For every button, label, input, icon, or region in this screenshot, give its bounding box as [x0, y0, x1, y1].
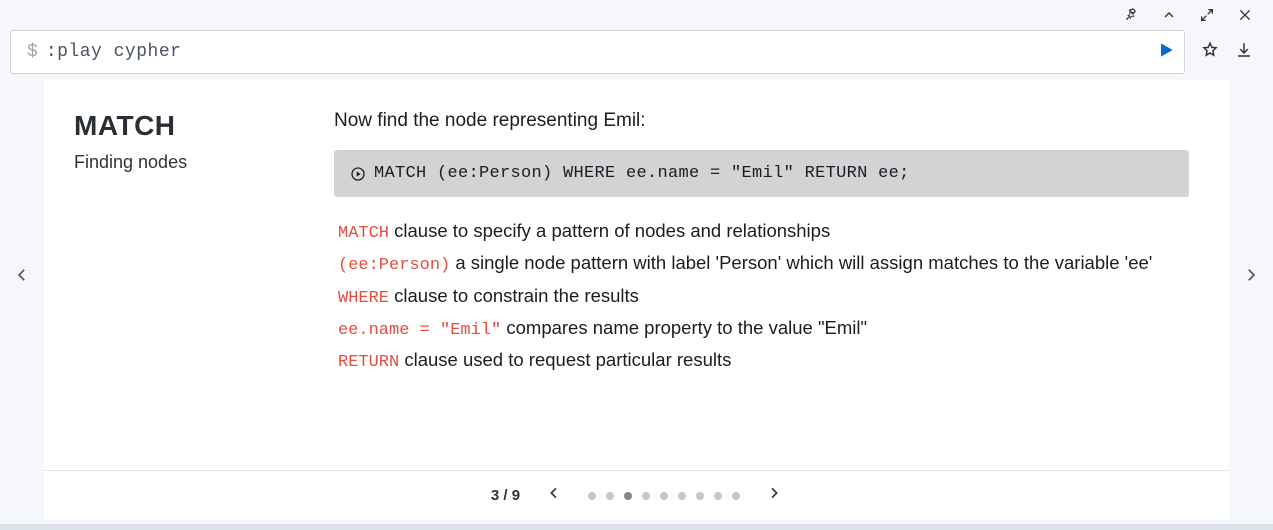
- pager-dot[interactable]: [714, 492, 722, 500]
- collapse-icon[interactable]: [1161, 7, 1177, 28]
- pager-dot[interactable]: [588, 492, 596, 500]
- pager-dots: [588, 492, 740, 500]
- keyword: RETURN: [338, 353, 399, 372]
- pager-dot[interactable]: [732, 492, 740, 500]
- pager-prev-button[interactable]: [546, 485, 562, 506]
- explanation-text: clause used to request particular result…: [399, 349, 731, 370]
- pager-dot[interactable]: [696, 492, 704, 500]
- page-subtitle: Finding nodes: [74, 152, 304, 173]
- keyword: MATCH: [338, 224, 389, 243]
- command-prompt: $: [19, 42, 46, 62]
- code-text: MATCH (ee:Person) WHERE ee.name = "Emil"…: [374, 164, 910, 183]
- pager-dot[interactable]: [660, 492, 668, 500]
- pager-next-button[interactable]: [766, 485, 782, 506]
- explanation-item: ee.name = "Emil" compares name property …: [338, 314, 1189, 344]
- pin-icon[interactable]: [1123, 7, 1139, 28]
- pager: 3 / 9: [44, 470, 1229, 520]
- fullscreen-icon[interactable]: [1199, 7, 1215, 28]
- pager-dot[interactable]: [642, 492, 650, 500]
- explanation-item: MATCH clause to specify a pattern of nod…: [338, 217, 1189, 247]
- pager-dot[interactable]: [624, 492, 632, 500]
- explanation-list: MATCH clause to specify a pattern of nod…: [334, 217, 1189, 377]
- explanation-text: compares name property to the value "Emi…: [501, 317, 867, 338]
- prev-slide-button[interactable]: [0, 266, 44, 284]
- command-bar[interactable]: $ :play cypher: [10, 30, 1185, 74]
- code-block[interactable]: MATCH (ee:Person) WHERE ee.name = "Emil"…: [334, 150, 1189, 197]
- explanation-text: clause to specify a pattern of nodes and…: [389, 220, 830, 241]
- keyword: (ee:Person): [338, 256, 450, 275]
- command-input[interactable]: :play cypher: [46, 42, 1156, 62]
- next-slide-button[interactable]: [1229, 266, 1273, 284]
- intro-text: Now find the node representing Emil:: [334, 110, 1189, 132]
- download-icon[interactable]: [1235, 41, 1253, 64]
- close-icon[interactable]: [1237, 7, 1253, 28]
- page-indicator: 3 / 9: [491, 487, 520, 504]
- content-panel: MATCH Finding nodes Now find the node re…: [44, 80, 1229, 470]
- run-button[interactable]: [1156, 40, 1176, 65]
- keyword: WHERE: [338, 289, 389, 308]
- explanation-item: RETURN clause used to request particular…: [338, 346, 1189, 376]
- pager-dot[interactable]: [606, 492, 614, 500]
- pager-dot[interactable]: [678, 492, 686, 500]
- play-circle-icon: [350, 166, 366, 182]
- page-title: MATCH: [74, 110, 304, 142]
- explanation-item: (ee:Person) a single node pattern with l…: [338, 249, 1189, 279]
- keyword: ee.name = "Emil": [338, 321, 501, 340]
- explanation-text: clause to constrain the results: [389, 285, 639, 306]
- explanation-item: WHERE clause to constrain the results: [338, 282, 1189, 312]
- favorite-icon[interactable]: [1201, 41, 1219, 64]
- explanation-text: a single node pattern with label 'Person…: [450, 252, 1152, 273]
